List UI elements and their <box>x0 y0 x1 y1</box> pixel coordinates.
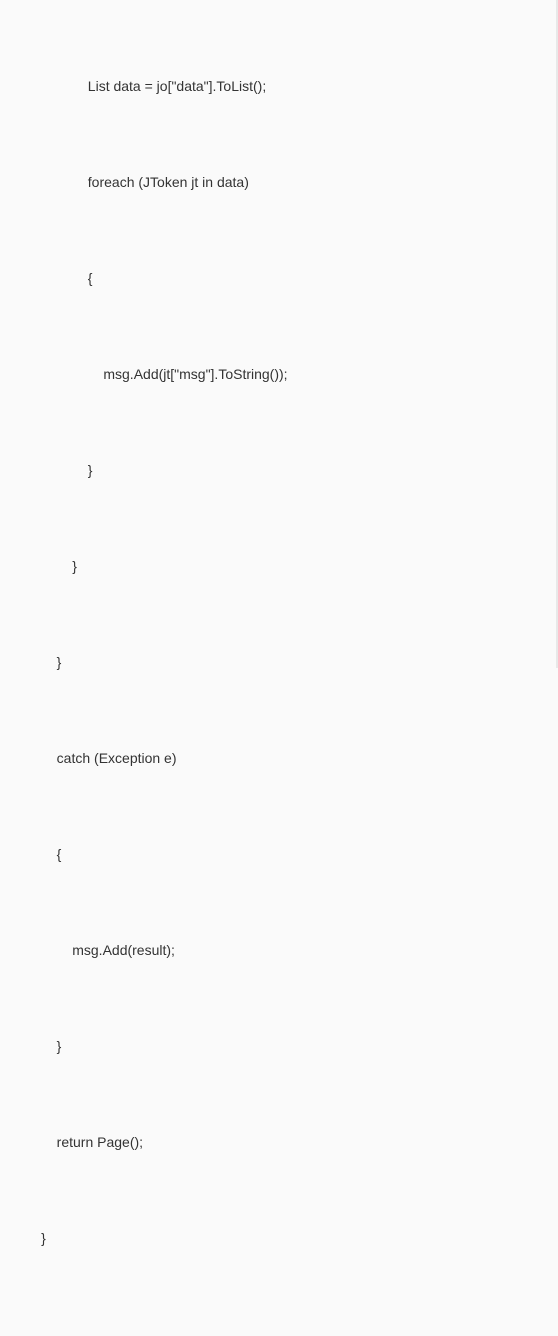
code-line: { <box>10 262 546 294</box>
code-line: return Page(); <box>10 1126 546 1158</box>
code-line: { <box>10 838 546 870</box>
code-line: List data = jo["data"].ToList(); <box>10 70 546 102</box>
code-line: } <box>10 454 546 486</box>
code-snippet: List data = jo["data"].ToList(); foreach… <box>10 6 546 1336</box>
code-line: msg.Add(result); <box>10 934 546 966</box>
code-line: } <box>10 550 546 582</box>
code-line: } <box>10 646 546 678</box>
code-line <box>10 1318 546 1336</box>
code-line: } <box>10 1222 546 1254</box>
code-line: catch (Exception e) <box>10 742 546 774</box>
code-line: foreach (JToken jt in data) <box>10 166 546 198</box>
code-line: msg.Add(jt["msg"].ToString()); <box>10 358 546 390</box>
code-line: } <box>10 1030 546 1062</box>
